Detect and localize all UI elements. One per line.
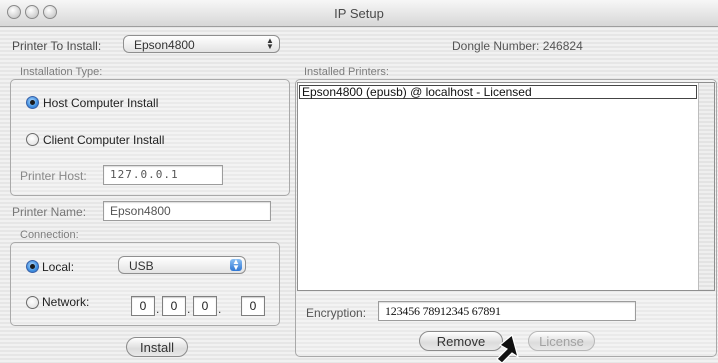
network-label: Network: <box>42 295 90 309</box>
dongle-number: Dongle Number: 246824 <box>452 39 583 53</box>
install-button[interactable]: Install <box>126 337 188 357</box>
mouse-cursor-icon <box>496 333 520 363</box>
list-item[interactable]: Epson4800 (epusb) @ localhost - Licensed <box>299 85 697 99</box>
printer-host-field[interactable]: 127.0.0.1 <box>103 165 223 185</box>
local-connection-select[interactable]: USB ▲ ▼ <box>118 256 246 274</box>
list-scrollbar[interactable] <box>698 83 714 290</box>
client-install-label: Client Computer Install <box>43 133 165 147</box>
printer-name-label: Printer Name: <box>12 205 87 219</box>
ip-dot: . <box>218 302 222 316</box>
installed-printers-label: Installed Printers: <box>304 66 389 78</box>
connection-label: Connection: <box>20 229 79 241</box>
local-label: Local: <box>42 260 75 274</box>
installed-printers-list[interactable]: Epson4800 (epusb) @ localhost - Licensed <box>297 82 715 291</box>
ip-dot: . <box>156 302 160 316</box>
ip-octet-2[interactable]: 0 <box>162 296 186 316</box>
local-radio[interactable] <box>26 260 39 273</box>
printer-host-label: Printer Host: <box>20 169 87 183</box>
host-install-radio[interactable] <box>26 96 39 109</box>
ip-octet-4[interactable]: 0 <box>241 296 265 316</box>
printer-name-field[interactable]: Epson4800 <box>103 201 271 221</box>
ip-dot: . <box>187 302 191 316</box>
window-title: IP Setup <box>334 6 384 21</box>
printer-to-install-value: Epson4800 <box>134 38 195 52</box>
ip-octet-1[interactable]: 0 <box>131 296 155 316</box>
client-install-radio[interactable] <box>26 133 39 146</box>
encryption-field[interactable]: 123456 78912345 67891 <box>378 301 636 321</box>
popup-arrows-icon: ▲ ▼ <box>266 36 274 51</box>
printer-to-install-label: Printer To Install: <box>12 39 102 53</box>
ip-octet-3[interactable]: 0 <box>193 296 217 316</box>
encryption-label: Encryption: <box>306 306 367 320</box>
local-connection-value: USB <box>129 259 154 273</box>
popup-arrows-icon: ▲ ▼ <box>230 258 242 272</box>
host-install-label: Host Computer Install <box>43 96 159 110</box>
license-button[interactable]: License <box>528 331 595 351</box>
printer-to-install-select[interactable]: Epson4800 ▲ ▼ <box>123 35 280 53</box>
network-radio[interactable] <box>26 296 39 309</box>
installation-type-label: Installation Type: <box>20 66 103 78</box>
